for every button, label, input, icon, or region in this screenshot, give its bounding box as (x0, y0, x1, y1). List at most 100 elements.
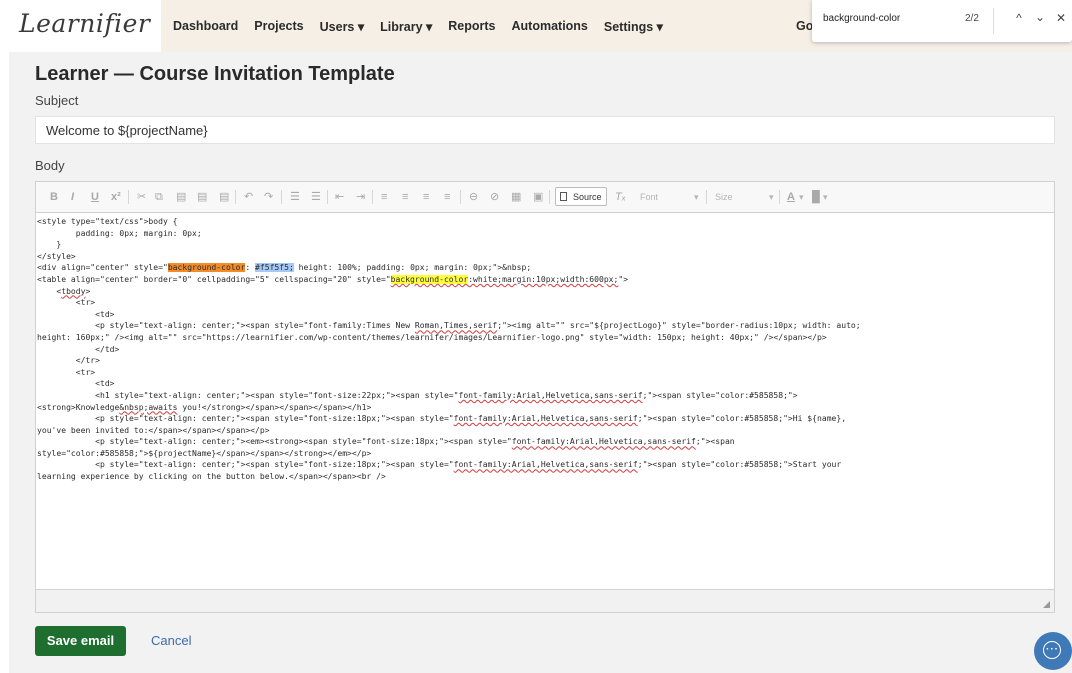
align-center-icon[interactable]: ≡ (402, 191, 408, 203)
search-match-current: background-color (167, 263, 246, 273)
source-icon (560, 192, 567, 201)
code-text: font-family:Arial,Helvetica,sans-serif (453, 414, 638, 424)
nav-settings[interactable]: Settings ▾ (604, 19, 663, 34)
chat-widget-button[interactable]: ··· (1034, 632, 1072, 670)
source-code-area[interactable]: <style type="text/css">body { padding: 0… (36, 213, 1054, 590)
nav-library[interactable]: Library ▾ (380, 19, 432, 34)
code-text: ;"><span style="color:#585858;">Hi ${nam… (637, 414, 847, 424)
code-line: <p style="text-align: center;"><span sty… (37, 413, 1054, 425)
toolbar-divider (549, 190, 550, 204)
code-line: style="color:#585858;">${projectName}</s… (37, 448, 372, 458)
search-match: background-color (390, 274, 469, 284)
image-icon[interactable]: ▣ (533, 191, 543, 203)
paste-word-icon[interactable]: ▤ (219, 191, 229, 203)
font-select[interactable]: Font (640, 192, 658, 202)
copy-icon[interactable]: ⧉ (155, 191, 163, 203)
nav-reports[interactable]: Reports (448, 19, 495, 34)
find-close-icon[interactable]: ✕ (1054, 11, 1068, 25)
toolbar-divider (235, 190, 236, 204)
code-line: <style type="text/css">body { (37, 217, 178, 226)
redo-icon[interactable]: ↷ (264, 191, 273, 203)
save-email-button[interactable]: Save email (35, 626, 126, 656)
paste-icon[interactable]: ▤ (176, 191, 186, 203)
bulleted-list-icon[interactable]: ☰ (311, 191, 321, 203)
link-icon[interactable]: ⊖ (469, 191, 478, 203)
subject-label: Subject (35, 93, 79, 108)
code-text: font-family:Arial,Helvetica,sans-serif (458, 390, 643, 400)
nav-users[interactable]: Users ▾ (320, 19, 365, 34)
code-text: : (245, 263, 256, 273)
learnifier-logo[interactable]: Learnifier (19, 9, 150, 38)
code-line: } (37, 240, 62, 250)
text-color-button[interactable]: A (787, 191, 795, 203)
size-chevron-icon: ▾ (769, 192, 774, 202)
bold-button[interactable]: B (50, 191, 58, 203)
code-text: height: 100%; padding: 0px; margin: 0px;… (293, 263, 532, 273)
code-line: height: 160px;" /><img alt="" src="https… (37, 332, 827, 342)
align-left-icon[interactable]: ≡ (381, 191, 387, 203)
code-line: <tbody> (37, 286, 1054, 298)
toolbar-divider (372, 190, 373, 204)
code-text: > (85, 286, 91, 296)
code-text: < (37, 286, 62, 296)
resize-handle-icon[interactable] (1043, 601, 1050, 608)
nav-dashboard[interactable]: Dashboard (173, 19, 238, 34)
code-text: <table align="center" border="0" cellpad… (37, 274, 391, 284)
find-input[interactable]: background-color (823, 13, 900, 24)
code-text: ;"><span (695, 437, 735, 447)
indent-icon[interactable]: ⇥ (356, 191, 365, 203)
find-next-icon[interactable]: ⌄ (1033, 10, 1047, 24)
code-text: tbody (61, 286, 86, 296)
numbered-list-icon[interactable]: ☰ (290, 191, 300, 203)
nav-projects[interactable]: Projects (254, 19, 303, 34)
code-text: "> (618, 274, 629, 284)
nav-partial-item[interactable]: Go (796, 19, 813, 33)
find-prev-icon[interactable]: ^ (1012, 11, 1026, 25)
toolbar-divider (128, 190, 129, 204)
italic-button[interactable]: I (71, 191, 74, 203)
align-right-icon[interactable]: ≡ (423, 191, 429, 203)
code-line: <td> (37, 309, 115, 319)
editor-toolbar: B I U x² ✂ ⧉ ▤ ▤ ▤ ↶ ↷ ☰ ☰ ⇤ ⇥ ≡ ≡ ≡ ≡ ⊖… (36, 182, 1054, 213)
unlink-icon[interactable]: ⊘ (490, 191, 499, 203)
clear-format-button[interactable]: Tₓ (615, 191, 626, 203)
code-line: <p style="text-align: center;"><span sty… (37, 459, 1054, 471)
chat-dots-icon: ··· (1046, 644, 1059, 655)
code-text: font-family:Arial,Helvetica,sans-serif (511, 437, 696, 447)
code-text: <div align="center" style=" (37, 263, 168, 273)
source-label: Source (573, 192, 602, 202)
body-label: Body (35, 158, 65, 173)
table-icon[interactable]: ▦ (511, 191, 521, 203)
code-line: <div align="center" style="background-co… (37, 262, 1054, 274)
find-in-page-bar: background-color 2/2 ^ ⌄ ✕ (812, 0, 1072, 42)
cut-icon[interactable]: ✂ (137, 191, 146, 203)
code-line: <tr> (37, 367, 96, 377)
paste-text-icon[interactable]: ▤ (197, 191, 207, 203)
nav-automations[interactable]: Automations (512, 19, 588, 34)
subject-input[interactable]: Welcome to ${projectName} (35, 116, 1055, 144)
find-divider (993, 8, 994, 34)
code-line: <p style="text-align: center;"><em><stro… (37, 436, 1054, 448)
font-chevron-icon: ▾ (694, 192, 699, 202)
code-line: </style> (37, 251, 76, 261)
underline-button[interactable]: U (91, 191, 99, 203)
cancel-link[interactable]: Cancel (151, 633, 191, 648)
code-text: you!</strong></span></span></span></h1> (177, 402, 372, 412)
bg-color-chevron-icon: ▾ (823, 192, 828, 202)
size-select[interactable]: Size (715, 192, 733, 202)
superscript-button[interactable]: x² (111, 191, 121, 203)
text-selection: #f5f5f5; (255, 263, 294, 273)
code-text: Roman,Times,serif (414, 321, 498, 331)
editor-statusbar (36, 589, 1054, 612)
outdent-icon[interactable]: ⇤ (335, 191, 344, 203)
source-button[interactable]: Source (555, 187, 607, 206)
code-line: </tr> (37, 356, 100, 366)
code-line: <table align="center" border="0" cellpad… (37, 274, 1054, 286)
code-line: padding: 0px; margin: 0px; (37, 228, 202, 238)
bg-color-button[interactable]: █ (812, 191, 820, 203)
justify-icon[interactable]: ≡ (444, 191, 450, 203)
undo-icon[interactable]: ↶ (244, 191, 253, 203)
code-text: <p style="text-align: center;"><em><stro… (37, 437, 512, 447)
logo-area[interactable]: Learnifier (9, 0, 161, 52)
code-text: <p style="text-align: center;"><span sty… (37, 414, 454, 424)
